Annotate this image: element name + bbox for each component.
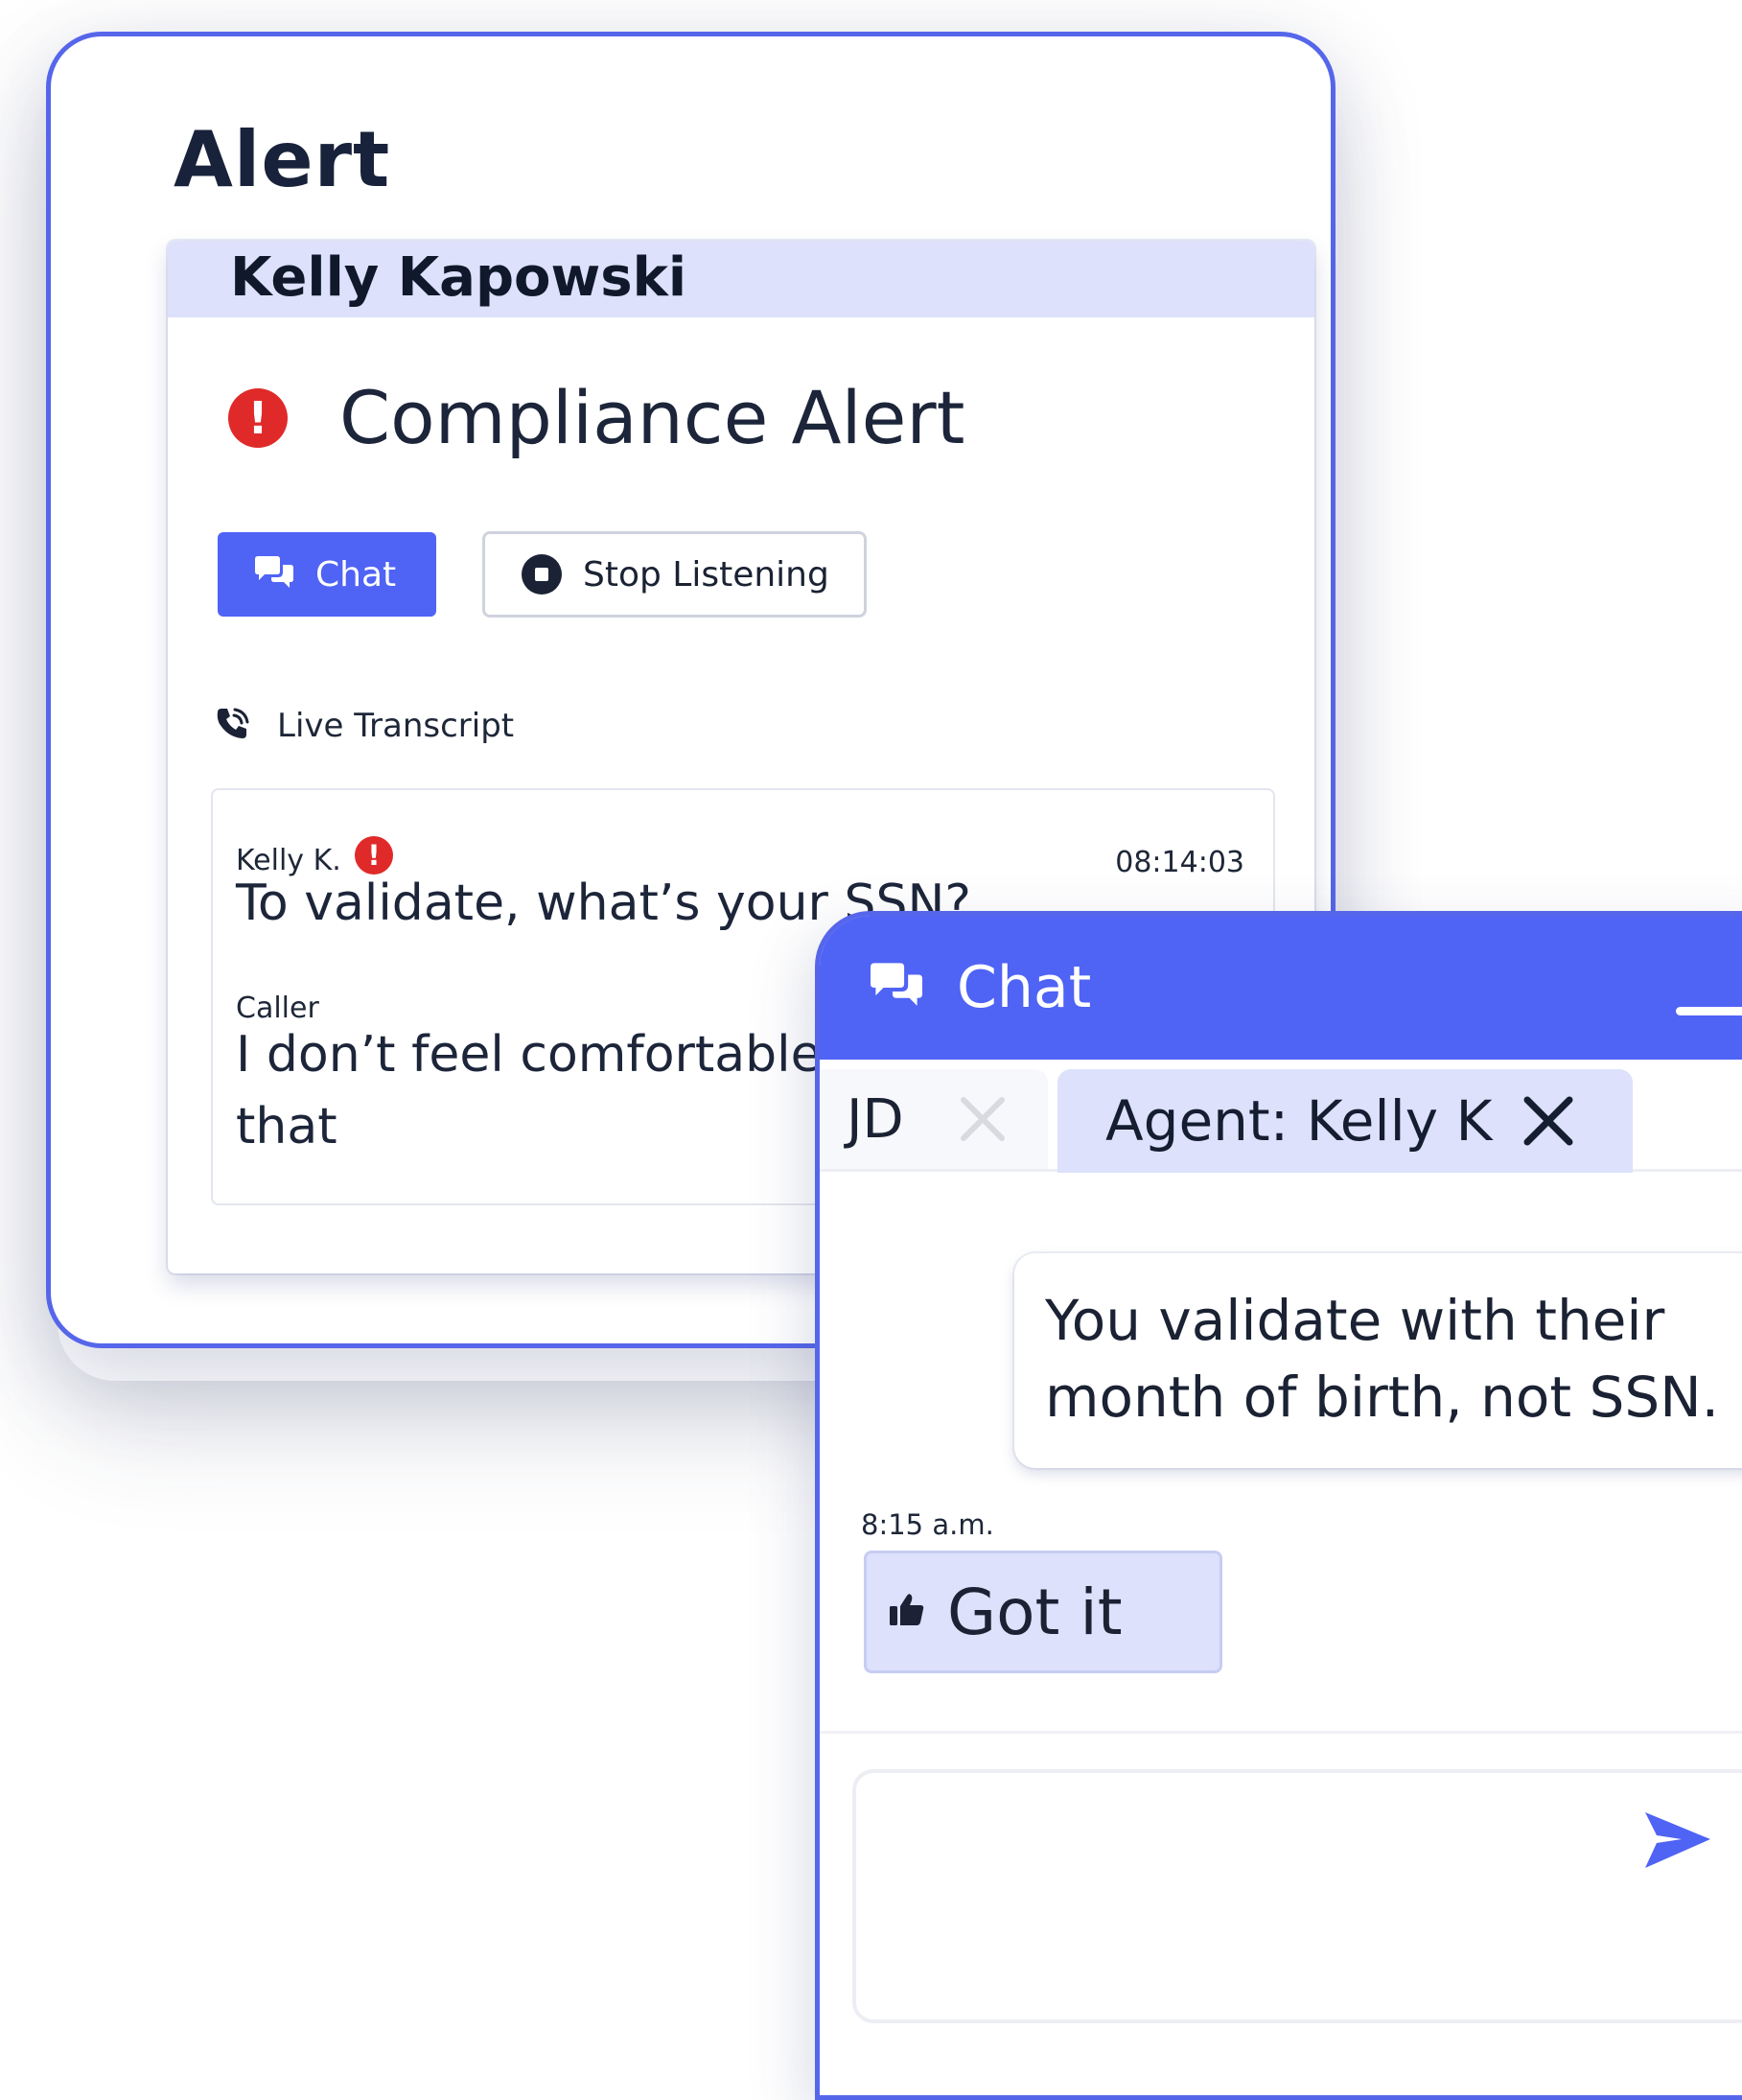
chat-title: Chat [957,954,1092,1021]
reply-text: Got it [947,1575,1123,1649]
chat-bubbles-icon [868,962,925,1017]
minimize-icon[interactable] [1676,1007,1742,1015]
compliance-alert-row: ! Compliance Alert [228,375,964,460]
thumbs-up-icon [888,1591,926,1633]
stop-listening-button[interactable]: Stop Listening [482,531,867,618]
chat-bubbles-icon [252,552,296,596]
outgoing-message: Got it [864,1551,1222,1673]
alert-window-title: Alert [174,115,391,204]
tab-label: Agent: Kelly K [1105,1088,1493,1154]
live-transcript-header: Live Transcript [214,705,514,747]
chat-button[interactable]: Chat [218,532,436,617]
tab-label: JD [847,1087,904,1151]
transcript-line: that [236,1098,337,1155]
stop-circle-icon [520,552,564,596]
agent-name: Kelly Kapowski [230,246,687,309]
incoming-message: You validate with their month of birth, … [1014,1253,1742,1468]
chat-tabs: JD Agent: Kelly K [820,1060,1742,1173]
live-transcript-label: Live Transcript [277,707,515,745]
transcript-line: I don’t feel comfortable w [236,1026,878,1084]
transcript-timestamp: 08:14:03 [1115,846,1244,879]
stop-listening-label: Stop Listening [583,554,829,595]
exclamation-circle-icon: ! [228,387,288,448]
divider [820,1731,1742,1734]
chat-header: Chat [820,916,1742,1060]
chat-button-label: Chat [315,554,397,595]
phone-wave-icon [214,705,252,747]
send-icon[interactable] [1639,1803,1716,1883]
agent-header: Kelly Kapowski [168,241,1314,317]
close-icon[interactable] [1521,1094,1575,1152]
message-time: 8:15 a.m. [861,1508,994,1541]
tab-agent-kelly-k[interactable]: Agent: Kelly K [1057,1069,1633,1173]
tab-jd[interactable]: JD [820,1069,1048,1169]
chat-window: Chat JD Agent: Kelly K You validate with… [815,911,1742,2100]
close-icon[interactable] [956,1092,1010,1150]
compliance-alert-label: Compliance Alert [339,375,965,460]
message-text: You validate with their month of birth, … [1045,1288,1720,1430]
message-input[interactable] [852,1769,1742,2023]
